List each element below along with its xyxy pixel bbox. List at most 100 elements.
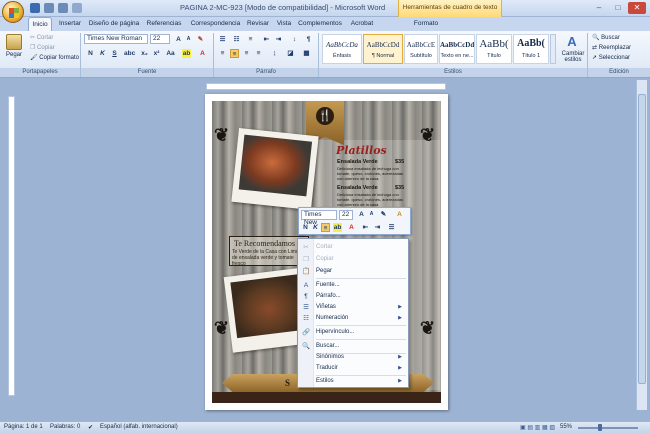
tab-correspondencia[interactable]: Correspondencia: [188, 17, 243, 31]
close-button[interactable]: ✕: [628, 2, 646, 14]
paste-icon[interactable]: [6, 34, 22, 50]
menu-item-paragraph[interactable]: ¶ Párrafo...: [298, 291, 408, 302]
decrease-indent-icon[interactable]: ⇤: [262, 35, 271, 44]
bullets-icon[interactable]: ☰: [387, 223, 396, 232]
menu-item-styles[interactable]: Estilos ▶: [298, 376, 408, 387]
vertical-scrollbar[interactable]: [636, 80, 647, 410]
format-painter-button[interactable]: 🖌 Copiar formato: [30, 54, 79, 61]
mini-size-combo[interactable]: 22: [339, 210, 353, 220]
menu-item-hyperlink[interactable]: 🔗 Hipervínculo...: [298, 327, 408, 338]
show-marks-icon[interactable]: ¶: [304, 35, 313, 44]
font-color-icon[interactable]: A: [198, 49, 207, 58]
zoom-level[interactable]: 55%: [560, 424, 572, 430]
style-icon[interactable]: A: [395, 210, 404, 219]
change-case-icon[interactable]: Aa: [166, 49, 175, 58]
bold-icon[interactable]: N: [301, 223, 310, 232]
numbering-icon[interactable]: ☷: [232, 35, 241, 44]
horizontal-ruler[interactable]: [206, 83, 446, 90]
menu-item-numbering[interactable]: ☷ Numeración ▶: [298, 313, 408, 324]
status-page[interactable]: Página: 1 de 1: [4, 424, 43, 430]
highlight-icon[interactable]: ab: [182, 49, 191, 58]
maximize-button[interactable]: □: [609, 2, 627, 14]
underline-button[interactable]: S: [110, 49, 119, 58]
styles-scroll[interactable]: [550, 34, 556, 64]
paste-button[interactable]: Pegar: [6, 52, 22, 58]
tab-vista[interactable]: Vista: [273, 17, 295, 31]
multilevel-icon[interactable]: ≡: [246, 35, 255, 44]
office-button-icon[interactable]: [2, 1, 24, 23]
highlight-icon[interactable]: ab: [333, 223, 342, 232]
grow-font-icon[interactable]: A: [357, 210, 366, 219]
clear-format-icon[interactable]: ✎: [196, 35, 205, 44]
cut-button[interactable]: ✂ Cortar: [30, 34, 53, 41]
select-button[interactable]: ➚ Seleccionar: [592, 54, 630, 61]
style-titulo[interactable]: AaBb( Título: [476, 34, 512, 64]
customize-qat-icon[interactable]: [72, 3, 82, 13]
style-texto-negrita[interactable]: AaBbCcDd Texto en ne...: [439, 34, 475, 64]
menu-item-search[interactable]: 🔍 Buscar...: [298, 341, 408, 352]
shading-icon[interactable]: ◪: [286, 49, 295, 58]
mini-font-combo[interactable]: Times New: [301, 210, 337, 226]
find-button[interactable]: 🔍 Buscar: [592, 34, 620, 41]
style-normal[interactable]: AaBbCcDd ¶ Normal: [363, 34, 403, 64]
font-color-icon[interactable]: A: [347, 223, 356, 232]
tab-acrobat[interactable]: Acrobat: [348, 17, 376, 31]
tab-referencias[interactable]: Referencias: [143, 17, 185, 31]
italic-icon[interactable]: K: [311, 223, 320, 232]
align-center-icon[interactable]: ≡: [321, 223, 330, 232]
menu-item-cut[interactable]: ✂ Cortar: [298, 242, 408, 253]
tab-insertar[interactable]: Insertar: [55, 17, 85, 31]
menu-item-paste[interactable]: 📋 Pegar: [298, 266, 408, 277]
save-icon[interactable]: [30, 3, 40, 13]
bullets-icon[interactable]: ☰: [218, 35, 227, 44]
menu-item-translate[interactable]: Traducir ▶: [298, 363, 408, 374]
style-subtitulo[interactable]: AaBbCcE Subtítulo: [404, 34, 438, 64]
strikethrough-icon[interactable]: abc: [124, 49, 135, 58]
status-language[interactable]: Español (alfab. internacional): [100, 424, 178, 430]
borders-icon[interactable]: ▦: [302, 49, 311, 58]
align-right-icon[interactable]: ≡: [242, 49, 251, 58]
bold-button[interactable]: N: [86, 49, 95, 58]
superscript-icon[interactable]: x²: [152, 49, 161, 58]
change-styles-button[interactable]: Cambiar estilos: [560, 51, 586, 63]
tab-diseno-pagina[interactable]: Diseño de página: [88, 17, 140, 31]
align-center-icon[interactable]: ≡: [230, 49, 239, 58]
justify-icon[interactable]: ≡: [254, 49, 263, 58]
decrease-indent-icon[interactable]: ⇤: [361, 223, 370, 232]
align-left-icon[interactable]: ≡: [218, 49, 227, 58]
scrollbar-thumb[interactable]: [638, 94, 646, 384]
undo-icon[interactable]: [44, 3, 54, 13]
format-painter-icon[interactable]: ✎: [379, 210, 388, 219]
minimize-button[interactable]: –: [590, 2, 608, 14]
grow-font-icon[interactable]: A: [174, 35, 183, 44]
menu-item-bullets[interactable]: ☰ Viñetas ▶: [298, 302, 408, 313]
font-name-combo[interactable]: Times New Roman: [84, 34, 148, 44]
tab-inicio[interactable]: Inicio: [28, 17, 52, 31]
spellcheck-icon[interactable]: ✔: [88, 424, 93, 431]
sausages-photo[interactable]: [231, 128, 319, 210]
menu-item-synonyms[interactable]: Sinónimos ▶: [298, 352, 408, 363]
replace-button[interactable]: ⇄ Reemplazar: [592, 44, 631, 51]
menu-item-font[interactable]: A Fuente...: [298, 280, 408, 291]
tab-complementos[interactable]: Complementos: [298, 17, 342, 31]
copy-button[interactable]: ❐ Copiar: [30, 44, 55, 51]
vertical-ruler[interactable]: [8, 96, 15, 396]
italic-button[interactable]: K: [98, 49, 107, 58]
increase-indent-icon[interactable]: ⇥: [373, 223, 382, 232]
font-size-combo[interactable]: 22: [150, 34, 170, 44]
shrink-font-icon[interactable]: A: [367, 210, 376, 219]
style-enfasis[interactable]: AaBbCcDa Énfasis: [322, 34, 362, 64]
zoom-slider-thumb[interactable]: [598, 424, 602, 431]
tab-formato[interactable]: Formato: [412, 17, 440, 31]
view-buttons-icon[interactable]: ▣ ▤ ▥ ▦ ▧: [520, 424, 555, 431]
increase-indent-icon[interactable]: ⇥: [274, 35, 283, 44]
line-spacing-icon[interactable]: ↨: [270, 49, 279, 58]
subscript-icon[interactable]: x₂: [140, 49, 149, 58]
tab-revisar[interactable]: Revisar: [243, 17, 273, 31]
change-styles-icon[interactable]: A: [564, 34, 580, 50]
sort-icon[interactable]: ↕: [290, 35, 299, 44]
redo-icon[interactable]: [58, 3, 68, 13]
menu-item-copy[interactable]: ❐ Copiar: [298, 254, 408, 265]
zoom-slider[interactable]: [578, 427, 638, 429]
style-titulo-1[interactable]: AaBb( Título 1: [513, 34, 549, 64]
